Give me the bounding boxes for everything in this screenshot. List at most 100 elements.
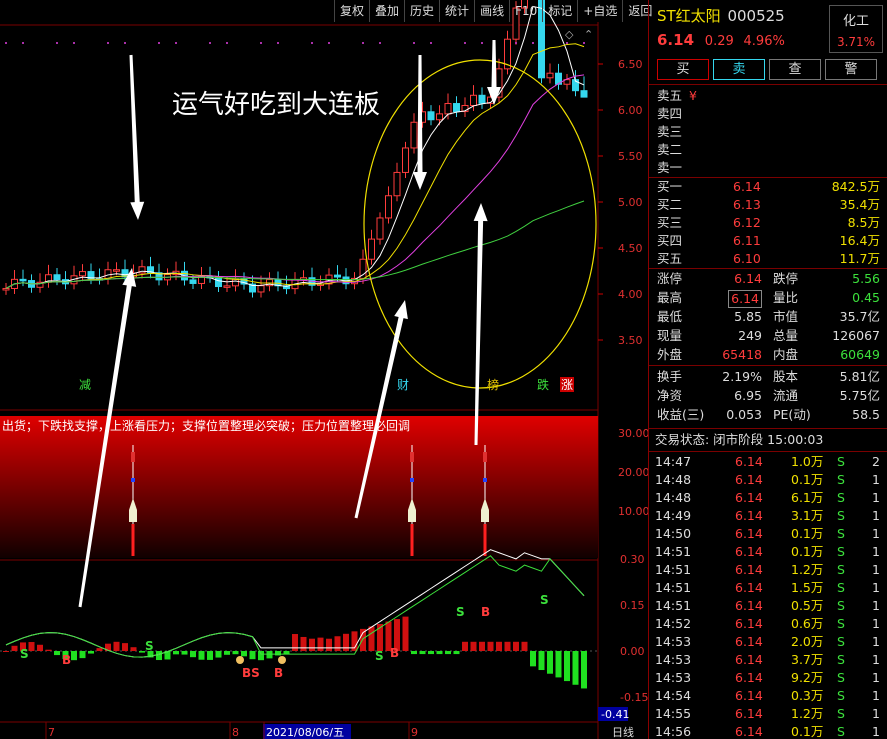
tick-row[interactable]: 14:48 6.14 0.1万 S 1 xyxy=(649,471,887,489)
toolbar-button-7[interactable]: +自选 xyxy=(577,0,622,22)
tick-side: S xyxy=(837,580,845,595)
tick-price: 6.14 xyxy=(735,562,763,577)
top-dot xyxy=(379,42,381,44)
tick-side: S xyxy=(837,508,845,523)
candle-body xyxy=(215,276,222,288)
tick-time: 14:51 xyxy=(655,580,692,595)
toolbar-button-0[interactable]: 复权 xyxy=(334,0,369,22)
indicator-tick-label: 10.00 xyxy=(618,505,648,518)
tick-volume: 1.2万 xyxy=(791,706,824,721)
tick-row[interactable]: 14:54 6.14 0.3万 S 1 xyxy=(649,687,887,705)
toolbar-button-6[interactable]: 标记 xyxy=(542,0,577,22)
top-dot xyxy=(22,42,24,44)
indicator-caption: 出货；下跌找支撑，上涨看压力；支撑位置整理必突破；压力位置整理必回调 xyxy=(2,418,410,433)
stock-code: 000525 xyxy=(727,7,785,25)
toolbar-button-3[interactable]: 统计 xyxy=(439,0,474,22)
tick-row[interactable]: 14:51 6.14 1.2万 S 1 xyxy=(649,561,887,579)
tick-row[interactable]: 14:53 6.14 2.0万 S 1 xyxy=(649,633,887,651)
price-tick-label: 4.50 xyxy=(618,242,643,255)
tick-price: 6.14 xyxy=(735,544,763,559)
sell-label: 卖二 xyxy=(657,142,683,157)
quote-value: 60649 xyxy=(840,347,880,362)
top-dot xyxy=(464,42,466,44)
signal-s: S xyxy=(20,647,29,661)
sell-row: 卖二 xyxy=(649,141,887,159)
price-change: 0.29 xyxy=(704,34,734,49)
buy-button[interactable]: 买 xyxy=(657,59,709,80)
quote-row: 涨停 6.14 跌停 5.56 xyxy=(649,270,887,288)
top-dot xyxy=(413,42,415,44)
tick-volume: 9.2万 xyxy=(791,670,824,685)
tick-row[interactable]: 14:51 6.14 0.5万 S 1 xyxy=(649,597,887,615)
candle-body xyxy=(453,103,460,113)
tick-price: 6.14 xyxy=(735,472,763,487)
macd-bar xyxy=(402,616,409,651)
top-dot xyxy=(5,42,7,44)
tick-volume: 1.2万 xyxy=(791,562,824,577)
macd-tick-label: 0.30 xyxy=(620,553,645,566)
tick-row[interactable]: 14:48 6.14 6.1万 S 1 xyxy=(649,489,887,507)
candle-body xyxy=(478,94,486,104)
event-marker: 减 xyxy=(79,378,91,392)
price-tick-label: 4.00 xyxy=(618,288,643,301)
tick-price: 6.14 xyxy=(735,670,763,685)
sell-button[interactable]: 卖 xyxy=(713,59,765,80)
tick-count: 1 xyxy=(872,724,880,739)
macd-bar xyxy=(275,651,281,656)
tick-row[interactable]: 14:56 6.14 0.1万 S 1 xyxy=(649,723,887,739)
fund-label: 换手 xyxy=(657,369,683,384)
toolbar-button-1[interactable]: 叠加 xyxy=(369,0,404,22)
macd-bar xyxy=(513,641,519,651)
quote-value: 5.85 xyxy=(734,309,762,324)
quote-value: 6.14 xyxy=(728,290,762,308)
tick-time: 14:51 xyxy=(655,544,692,559)
date-label: 8 xyxy=(232,726,239,739)
tick-row[interactable]: 14:49 6.14 3.1万 S 1 xyxy=(649,507,887,525)
toolbar-button-5[interactable]: F10 xyxy=(509,0,542,22)
rocket-flame-icon xyxy=(131,524,135,556)
tick-volume: 1.5万 xyxy=(791,580,824,595)
tick-volume: 0.1万 xyxy=(791,544,824,559)
tick-side: S xyxy=(837,490,845,505)
tick-side: S xyxy=(837,670,845,685)
quote-label: 内盘 xyxy=(773,347,799,362)
diamond-icon: ◇ xyxy=(565,28,574,41)
quote-label: 涨停 xyxy=(657,271,683,286)
top-dot xyxy=(56,42,58,44)
candle-body xyxy=(2,287,10,291)
tick-row[interactable]: 14:52 6.14 0.6万 S 1 xyxy=(649,615,887,633)
kline-chart-area[interactable]: 6.50 6.00 5.50 5.00 4.50 4.00 3.50 30.00 20.00 10… xyxy=(0,0,648,739)
buy-volume: 842.5万 xyxy=(831,179,880,194)
tick-row[interactable]: 14:50 6.14 0.1万 S 1 xyxy=(649,525,887,543)
fund-value: 0.053 xyxy=(726,407,762,422)
tick-side: S xyxy=(837,616,845,631)
price-tick-label: 5.00 xyxy=(618,196,643,209)
macd-bar xyxy=(37,644,43,651)
tick-side: S xyxy=(837,706,845,721)
tick-row[interactable]: 14:51 6.14 0.1万 S 1 xyxy=(649,543,887,561)
tick-row[interactable]: 14:53 6.14 3.7万 S 1 xyxy=(649,651,887,669)
buy-row: 买二 6.13 35.4万 xyxy=(649,196,887,214)
candle-body xyxy=(402,147,409,173)
macd-bar xyxy=(487,641,494,651)
buy-price: 6.10 xyxy=(733,251,761,266)
rocket-flame-icon xyxy=(410,524,414,556)
tick-price: 6.14 xyxy=(735,688,763,703)
macd-bar xyxy=(479,641,485,651)
alert-button[interactable]: 警 xyxy=(825,59,877,80)
macd-bar xyxy=(207,651,213,660)
tick-row[interactable]: 14:55 6.14 1.2万 S 1 xyxy=(649,705,887,723)
toolbar-button-4[interactable]: 画线 xyxy=(474,0,509,22)
quote-value: 35.7亿 xyxy=(839,309,880,324)
query-button[interactable]: 查 xyxy=(769,59,821,80)
quote-value: 6.14 xyxy=(734,271,762,286)
sector-box[interactable]: 化工 3.71% xyxy=(829,5,883,53)
tick-row[interactable]: 14:53 6.14 9.2万 S 1 xyxy=(649,669,887,687)
macd-tick-label: 0.00 xyxy=(620,645,645,658)
macd-bar xyxy=(470,641,477,651)
macd-bar xyxy=(547,651,553,674)
tick-row[interactable]: 14:51 6.14 1.5万 S 1 xyxy=(649,579,887,597)
toolbar-button-2[interactable]: 历史 xyxy=(404,0,439,22)
tick-row[interactable]: 14:47 6.14 1.0万 S 2 xyxy=(649,453,887,471)
tick-price: 6.14 xyxy=(735,634,763,649)
